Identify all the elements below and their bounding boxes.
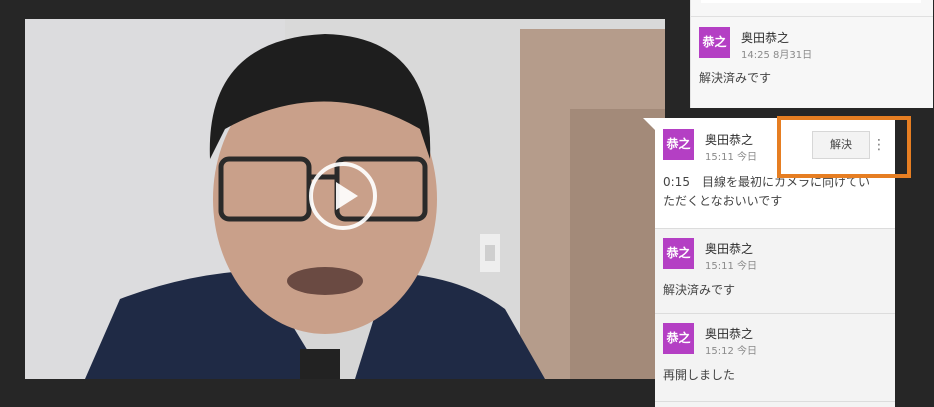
divider: [691, 16, 933, 17]
avatar: 恭之: [663, 238, 694, 269]
comment-body: 再開しました: [663, 368, 736, 382]
divider: [655, 313, 895, 314]
previous-comment-card: 恭之 奥田恭之 14:25 8月31日 解決済みです: [690, 0, 933, 108]
comment-body: 解決済みです: [663, 283, 736, 297]
comment-timestamp: 15:11 今日: [705, 261, 757, 272]
comment-body: 0:15 目線を最初にカメラに向けてい ただくとなおいいです: [663, 173, 887, 211]
comment-timestamp: 14:25 8月31日: [741, 50, 813, 61]
comment-body-line: ただくとなおいいです: [663, 194, 783, 208]
comment-author: 奥田恭之: [705, 242, 754, 256]
thread-pointer: [643, 118, 655, 130]
video-player[interactable]: [25, 19, 665, 379]
comment-author: 奥田恭之: [705, 133, 754, 147]
divider: [655, 228, 895, 229]
resolve-button[interactable]: 解決: [812, 131, 870, 159]
comment-timestamp: 15:11 今日: [705, 152, 757, 163]
avatar: 恭之: [663, 129, 694, 160]
more-options-icon[interactable]: ⋮: [872, 135, 886, 155]
play-icon: [336, 182, 358, 210]
comment-body-line: 0:15 目線を最初にカメラに向けてい: [663, 175, 870, 189]
divider: [655, 401, 895, 402]
comment-body: 解決済みです: [699, 71, 772, 85]
avatar: 恭之: [699, 27, 730, 58]
comment-author: 奥田恭之: [741, 31, 790, 45]
input-bar-edge: [701, 0, 921, 3]
play-button[interactable]: [309, 162, 377, 230]
comment-timestamp: 15:12 今日: [705, 346, 757, 357]
comment-thread: 恭之 奥田恭之 15:11 今日 0:15 目線を最初にカメラに向けてい ただく…: [643, 118, 895, 407]
comment-author: 奥田恭之: [705, 327, 754, 341]
avatar: 恭之: [663, 323, 694, 354]
